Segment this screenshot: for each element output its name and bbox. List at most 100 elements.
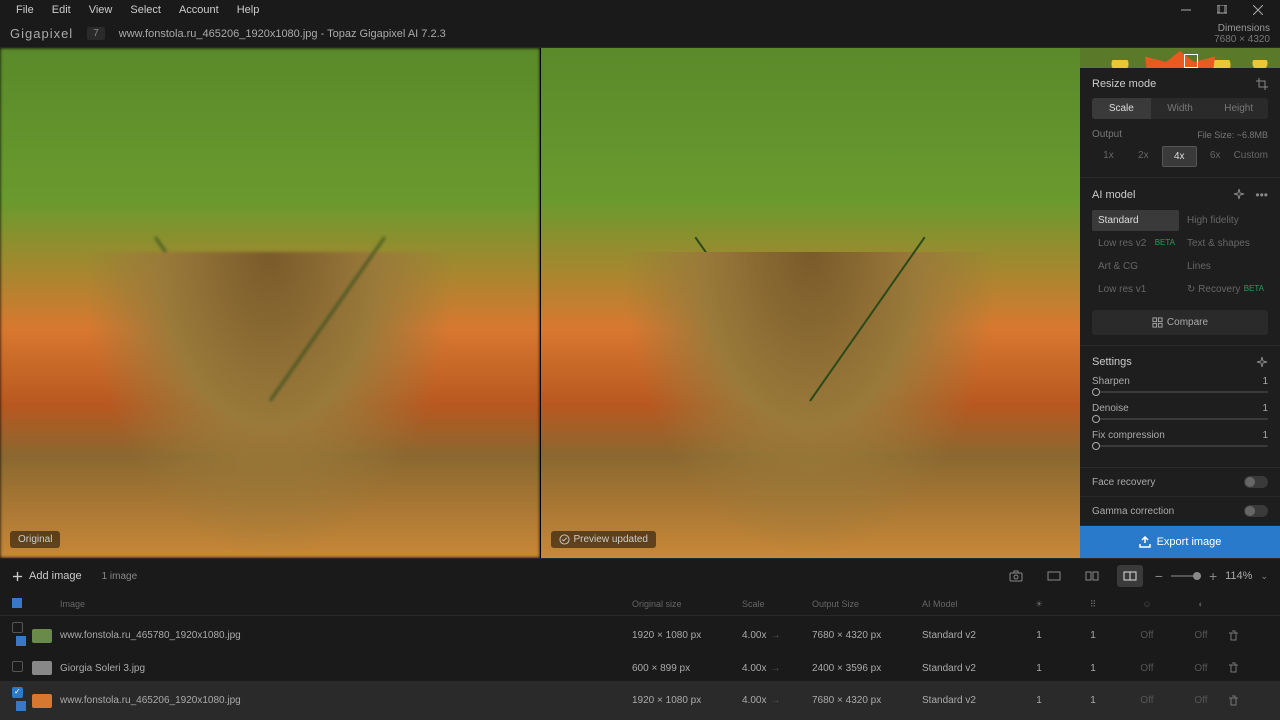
- row-output-size: 7680 × 4320 px: [812, 630, 922, 641]
- scale-2x[interactable]: 2x: [1127, 146, 1160, 167]
- row-delete-button[interactable]: [1228, 662, 1268, 674]
- menu-select[interactable]: Select: [122, 2, 169, 18]
- row-scale: 4.00x→: [742, 663, 812, 674]
- row-denoise: 1: [1066, 630, 1120, 641]
- view-split[interactable]: [1079, 565, 1105, 587]
- navigator-thumbnail[interactable]: [1080, 48, 1280, 68]
- zoom-slider[interactable]: [1171, 575, 1201, 577]
- table-header: Image Original size Scale Output Size AI…: [0, 593, 1280, 616]
- menu-edit[interactable]: Edit: [44, 2, 79, 18]
- select-all-checkbox[interactable]: [12, 598, 22, 608]
- resize-scale-button[interactable]: Scale: [1092, 98, 1151, 119]
- row-original-size: 1920 × 1080 px: [632, 630, 742, 641]
- model-art-cg[interactable]: Art & CG: [1092, 256, 1179, 277]
- resize-mode-title: Resize mode: [1092, 78, 1156, 90]
- scale-1x[interactable]: 1x: [1092, 146, 1125, 167]
- table-row[interactable]: www.fonstola.ru_465206_1920x1080.jpg 192…: [0, 681, 1280, 720]
- model-low-res-v1[interactable]: Low res v1: [1092, 279, 1179, 300]
- menu-file[interactable]: File: [8, 2, 42, 18]
- badge-count: 7: [87, 27, 105, 40]
- menu-help[interactable]: Help: [229, 2, 268, 18]
- compare-button[interactable]: Compare: [1092, 310, 1268, 335]
- row-face: Off: [1120, 695, 1174, 706]
- export-button[interactable]: Export image: [1080, 526, 1280, 558]
- more-icon[interactable]: •••: [1255, 188, 1268, 202]
- row-checkbox[interactable]: [12, 661, 23, 672]
- row-delete-button[interactable]: [1228, 630, 1268, 642]
- header-model[interactable]: AI Model: [922, 599, 1012, 609]
- row-delete-button[interactable]: [1228, 695, 1268, 707]
- face-recovery-toggle[interactable]: [1244, 476, 1268, 488]
- ai-model-section: AI model ••• Standard High fidelity Low …: [1080, 178, 1280, 346]
- sparkle-icon[interactable]: [1256, 356, 1268, 368]
- row-sharpen: 1: [1012, 630, 1066, 641]
- zoom-dropdown[interactable]: ⌄: [1260, 571, 1268, 582]
- model-low-res-v2[interactable]: Low res v2BETA: [1092, 233, 1179, 254]
- add-image-button[interactable]: Add image: [12, 570, 82, 582]
- zoom-out-button[interactable]: −: [1155, 568, 1163, 584]
- window-controls: [1172, 0, 1272, 20]
- scale-custom[interactable]: Custom: [1234, 146, 1268, 167]
- row-model: Standard v2: [922, 630, 1012, 641]
- model-lines[interactable]: Lines: [1181, 256, 1268, 277]
- fix-compression-slider[interactable]: Fix compression1: [1092, 430, 1268, 447]
- original-label: Original: [10, 531, 60, 548]
- resize-height-button[interactable]: Height: [1209, 98, 1268, 119]
- view-side-by-side[interactable]: [1117, 565, 1143, 587]
- row-checkbox[interactable]: [12, 622, 23, 633]
- preview-area[interactable]: Original Preview updated: [0, 48, 1080, 558]
- image-count: 1 image: [102, 571, 138, 582]
- row-filename: www.fonstola.ru_465780_1920x1080.jpg: [60, 630, 632, 641]
- crop-icon[interactable]: [1256, 78, 1268, 90]
- resize-width-button[interactable]: Width: [1151, 98, 1210, 119]
- header-original[interactable]: Original size: [632, 599, 742, 609]
- header-image[interactable]: Image: [60, 599, 632, 609]
- scale-options: 1x 2x 4x 6x Custom: [1092, 146, 1268, 167]
- close-button[interactable]: [1244, 0, 1272, 20]
- gamma-correction-label: Gamma correction: [1092, 506, 1174, 517]
- minimize-button[interactable]: [1172, 0, 1200, 20]
- row-model: Standard v2: [922, 695, 1012, 706]
- menu-account[interactable]: Account: [171, 2, 227, 18]
- maximize-button[interactable]: [1208, 0, 1236, 20]
- scale-4x[interactable]: 4x: [1162, 146, 1197, 167]
- header-dots-icon: ⠿: [1066, 599, 1120, 610]
- header-scale[interactable]: Scale: [742, 599, 812, 609]
- row-output-size: 7680 × 4320 px: [812, 695, 922, 706]
- gamma-correction-toggle[interactable]: [1244, 505, 1268, 517]
- view-single[interactable]: [1041, 565, 1067, 587]
- scale-6x[interactable]: 6x: [1199, 146, 1232, 167]
- header-output[interactable]: Output Size: [812, 599, 922, 609]
- model-recovery[interactable]: ↻ RecoveryBETA: [1181, 279, 1268, 300]
- output-label: Output: [1092, 129, 1122, 140]
- header-face-icon: ☺: [1120, 599, 1174, 609]
- view-camera[interactable]: [1003, 565, 1029, 587]
- app-name: Gigapixel: [10, 26, 73, 41]
- row-output-size: 2400 × 3596 px: [812, 663, 922, 674]
- row-checkbox[interactable]: [12, 687, 23, 698]
- resize-mode-section: Resize mode Scale Width Height Output Fi…: [1080, 68, 1280, 178]
- header-gamma-icon: ◐: [1174, 599, 1228, 609]
- zoom-in-button[interactable]: +: [1209, 568, 1217, 584]
- menu-view[interactable]: View: [81, 2, 121, 18]
- table-row[interactable]: www.fonstola.ru_465780_1920x1080.jpg 192…: [0, 616, 1280, 655]
- row-denoise: 1: [1066, 695, 1120, 706]
- sparkle-icon[interactable]: [1233, 188, 1245, 202]
- preview-enhanced: Preview updated: [541, 48, 1081, 558]
- resize-mode-segmented: Scale Width Height: [1092, 98, 1268, 119]
- titlebar: Gigapixel 7 www.fonstola.ru_465206_1920x…: [0, 20, 1280, 48]
- table-row[interactable]: Giorgia Soleri 3.jpg 600 × 899 px 4.00x→…: [0, 655, 1280, 681]
- sidebar: Resize mode Scale Width Height Output Fi…: [1080, 48, 1280, 558]
- row-scale: 4.00x→: [742, 630, 812, 641]
- model-high-fidelity[interactable]: High fidelity: [1181, 210, 1268, 231]
- plus-icon: [12, 571, 23, 582]
- file-table: Image Original size Scale Output Size AI…: [0, 593, 1280, 720]
- model-text-shapes[interactable]: Text & shapes: [1181, 233, 1268, 254]
- model-standard[interactable]: Standard: [1092, 210, 1179, 231]
- denoise-slider[interactable]: Denoise1: [1092, 403, 1268, 420]
- row-model: Standard v2: [922, 663, 1012, 674]
- sharpen-slider[interactable]: Sharpen1: [1092, 376, 1268, 393]
- navigator-selector[interactable]: [1184, 54, 1198, 68]
- row-original-size: 600 × 899 px: [632, 663, 742, 674]
- grid-icon: [1152, 317, 1163, 328]
